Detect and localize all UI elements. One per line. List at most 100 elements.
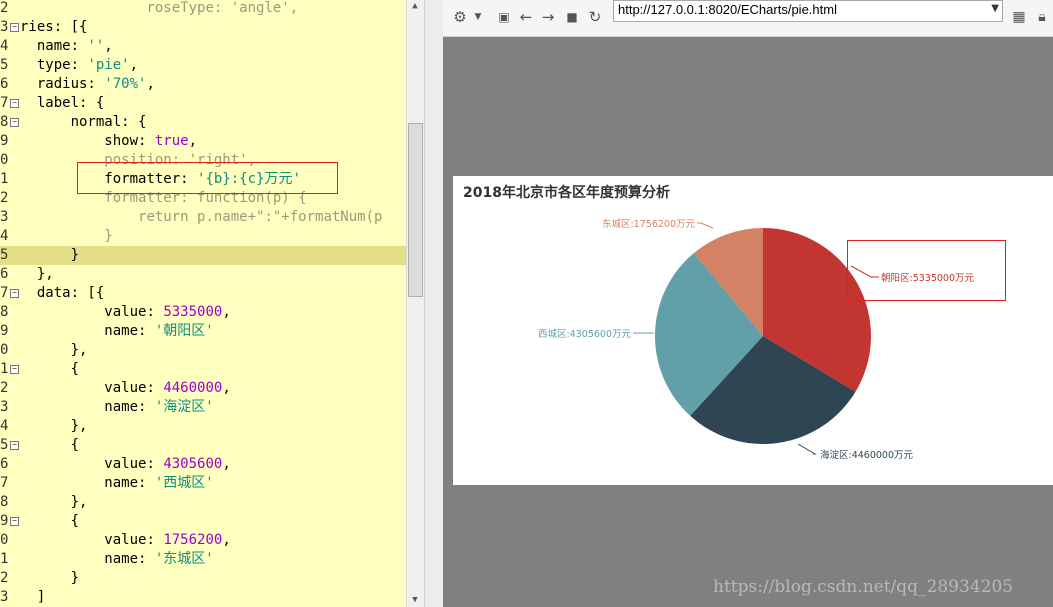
- code-text: ]: [36, 589, 46, 605]
- code-text: {: [70, 513, 80, 529]
- line-number: 6: [0, 456, 9, 472]
- editor-scrollbar[interactable]: ▲ ▼: [406, 0, 424, 607]
- code-line[interactable]: 9− {: [0, 512, 406, 531]
- fold-toggle-icon[interactable]: −: [10, 118, 19, 127]
- code-line[interactable]: 6 value: 4305600,: [0, 455, 406, 474]
- line-number: 5: [0, 437, 9, 453]
- line-number: 7: [0, 95, 9, 111]
- slice-label: 西城区:4305600万元: [538, 329, 632, 340]
- code-text: roseType: 'angle',: [146, 0, 299, 16]
- highlight-box: [77, 162, 338, 194]
- code-line[interactable]: 4},: [0, 417, 406, 436]
- code-text: },: [36, 266, 54, 282]
- code-line[interactable]: 4 name: '',: [0, 37, 406, 56]
- code-line[interactable]: 1 name: '东城区': [0, 550, 406, 569]
- fold-toggle-icon[interactable]: −: [10, 99, 19, 108]
- code-text: }: [70, 570, 80, 586]
- code-text: value: 5335000,: [104, 304, 231, 320]
- fold-toggle-icon[interactable]: −: [10, 23, 19, 32]
- url-input[interactable]: http://127.0.0.1:8020/ECharts/pie.html ▼: [613, 0, 1003, 22]
- highlight-box: [847, 240, 1006, 301]
- code-line[interactable]: 2 value: 4460000,: [0, 379, 406, 398]
- code-line[interactable]: 7− label: {: [0, 94, 406, 113]
- code-text: ries: [{: [20, 19, 88, 35]
- browser-pane: ⚙ ▼ ▣ ← → ■ ↻ http://127.0.0.1:8020/ECha…: [443, 0, 1053, 607]
- back-icon[interactable]: ←: [517, 8, 535, 26]
- code-text: name: '朝阳区': [104, 323, 214, 339]
- chart-container: 朝阳区:5335000万元 海淀区:4460000万元 西城区:4305600万元东…: [453, 176, 1053, 485]
- gear-icon[interactable]: ⚙: [451, 8, 469, 26]
- code-text: data: [{: [36, 285, 105, 301]
- line-number: 8: [0, 494, 9, 510]
- code-text: {: [70, 437, 80, 453]
- code-line[interactable]: 8− normal: {: [0, 113, 406, 132]
- slice-label: 海淀区:4460000万元: [820, 449, 914, 461]
- line-number: 1: [0, 551, 9, 567]
- forward-icon[interactable]: →: [539, 8, 557, 26]
- code-line[interactable]: 5− {: [0, 436, 406, 455]
- line-number: 9: [0, 133, 9, 149]
- terminal-icon[interactable]: ▣: [495, 8, 513, 26]
- reload-icon[interactable]: ↻: [586, 8, 604, 26]
- code-line[interactable]: 5}: [0, 246, 406, 265]
- code-text: radius: '70%',: [36, 76, 155, 92]
- code-line[interactable]: 8},: [0, 493, 406, 512]
- code-line[interactable]: 2}: [0, 569, 406, 588]
- scroll-down-icon[interactable]: ▼: [410, 595, 420, 605]
- code-line[interactable]: 5 type: 'pie',: [0, 56, 406, 75]
- code-text: name: '东城区': [104, 551, 214, 567]
- dropdown-icon[interactable]: ▼: [469, 8, 487, 26]
- code-text: name: '海淀区': [104, 399, 214, 415]
- pie-chart: 朝阳区:5335000万元海淀区:4460000万元西城区:4305600万元东…: [538, 218, 975, 461]
- code-text: }: [70, 247, 80, 263]
- code-text: show: true,: [104, 133, 198, 149]
- line-number: 2: [0, 570, 9, 586]
- code-line[interactable]: 3− ries: [{: [0, 18, 406, 37]
- code-line[interactable]: 3 name: '海淀区': [0, 398, 406, 417]
- code-text: value: 4305600,: [104, 456, 231, 472]
- code-line[interactable]: 6 radius: '70%',: [0, 75, 406, 94]
- code-line[interactable]: 0},: [0, 341, 406, 360]
- code-text: normal: {: [70, 114, 147, 130]
- code-editor[interactable]: 2 roseType: 'angle', 3− ries: [{4 name: '', 5…: [0, 0, 406, 607]
- stop-icon[interactable]: ■: [563, 8, 581, 26]
- scroll-up-icon[interactable]: ▲: [410, 1, 420, 11]
- line-number: 2: [0, 380, 9, 396]
- code-line[interactable]: 3 return p.name+":"+formatNum(p: [0, 208, 406, 227]
- fold-toggle-icon[interactable]: −: [10, 441, 19, 450]
- code-line[interactable]: 8 value: 5335000,: [0, 303, 406, 322]
- code-line[interactable]: 7− data: [{: [0, 284, 406, 303]
- code-text: label: {: [36, 95, 105, 111]
- label-leader-line: [697, 222, 714, 229]
- code-text: {: [70, 361, 80, 377]
- line-number: 9: [0, 513, 9, 529]
- lock-icon[interactable]: 🔒︎: [1033, 8, 1051, 26]
- code-text: },: [70, 342, 88, 358]
- code-line[interactable]: 3]: [0, 588, 406, 607]
- code-line[interactable]: 1− {: [0, 360, 406, 379]
- fold-toggle-icon[interactable]: −: [10, 365, 19, 374]
- code-line[interactable]: 9 show: true,: [0, 132, 406, 151]
- code-line[interactable]: 7 name: '西城区': [0, 474, 406, 493]
- code-text: value: 1756200,: [104, 532, 231, 548]
- line-number: 3: [0, 589, 9, 605]
- qr-code-icon[interactable]: ▦: [1010, 8, 1028, 26]
- line-number: 8: [0, 304, 9, 320]
- code-text: name: '西城区': [104, 475, 214, 491]
- code-line[interactable]: 2 roseType: 'angle',: [0, 0, 406, 18]
- url-text[interactable]: http://127.0.0.1:8020/ECharts/pie.html: [618, 2, 837, 17]
- code-line[interactable]: 6},: [0, 265, 406, 284]
- chart-title: 2018年北京市各区年度预算分析: [463, 185, 670, 201]
- fold-toggle-icon[interactable]: −: [10, 517, 19, 526]
- pane-divider[interactable]: [424, 0, 444, 607]
- url-dropdown-icon[interactable]: ▼: [991, 3, 999, 14]
- scrollbar-thumb[interactable]: [408, 123, 423, 297]
- code-line[interactable]: 9 name: '朝阳区': [0, 322, 406, 341]
- code-text: value: 4460000,: [104, 380, 231, 396]
- line-number: 6: [0, 266, 9, 282]
- line-number: 1: [0, 171, 9, 187]
- code-line[interactable]: 4}: [0, 227, 406, 246]
- code-line[interactable]: 0 value: 1756200,: [0, 531, 406, 550]
- fold-toggle-icon[interactable]: −: [10, 289, 19, 298]
- code-text: name: '',: [36, 38, 113, 54]
